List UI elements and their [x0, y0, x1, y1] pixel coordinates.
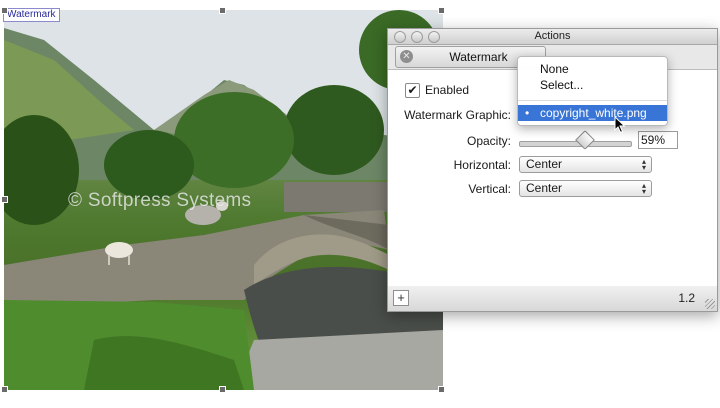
- add-action-button[interactable]: +: [393, 290, 409, 306]
- chevron-updown-icon: ▴ ▾: [641, 157, 646, 172]
- vertical-label: Vertical:: [468, 182, 511, 196]
- resize-handle-top[interactable]: [219, 7, 226, 14]
- resize-grip-icon[interactable]: [705, 299, 715, 309]
- vertical-select[interactable]: Center ▴ ▾: [519, 180, 652, 197]
- chevron-updown-icon: ▴ ▾: [641, 181, 646, 196]
- watermark-graphic-menu: None Select... • copyright_white.png: [517, 56, 668, 126]
- menu-item-copyright-white[interactable]: • copyright_white.png: [518, 105, 667, 121]
- bullet-icon: •: [525, 106, 530, 120]
- menu-item-none[interactable]: None: [518, 61, 667, 77]
- enabled-checkbox[interactable]: ✔: [405, 83, 420, 98]
- photo-image[interactable]: © Softpress Systems: [4, 10, 443, 390]
- horizontal-select[interactable]: Center ▴ ▾: [519, 156, 652, 173]
- opacity-slider-track[interactable]: [519, 141, 632, 147]
- window-title: Actions: [534, 30, 571, 42]
- resize-handle-left[interactable]: [1, 196, 8, 203]
- resize-handle-bottom-right[interactable]: [438, 386, 445, 393]
- menu-item-copyright-white-label: copyright_white.png: [540, 106, 647, 120]
- menu-separator: [518, 100, 667, 101]
- menu-item-select[interactable]: Select...: [518, 77, 667, 93]
- version-label: 1.2: [678, 291, 695, 305]
- horizontal-select-value: Center: [526, 157, 563, 171]
- vertical-select-value: Center: [526, 181, 563, 195]
- resize-handle-top-left[interactable]: [1, 7, 8, 14]
- window-footer: + 1.2: [388, 286, 717, 311]
- watermark-graphic-label: Watermark Graphic:: [404, 108, 511, 122]
- resize-handle-bottom[interactable]: [219, 386, 226, 393]
- mouse-pointer-icon: [614, 116, 626, 134]
- opacity-label: Opacity:: [466, 134, 511, 148]
- close-icon[interactable]: ✕: [400, 50, 413, 63]
- watermark-overlay-text: © Softpress Systems: [68, 190, 252, 211]
- watermark-item-tag[interactable]: Watermark: [3, 8, 60, 22]
- enabled-label: Enabled: [425, 83, 470, 97]
- horizontal-label: Horizontal:: [453, 158, 511, 172]
- opacity-value-field[interactable]: 59%: [638, 131, 678, 149]
- window-titlebar[interactable]: Actions: [388, 29, 717, 45]
- resize-handle-top-right[interactable]: [438, 7, 445, 14]
- resize-handle-bottom-left[interactable]: [1, 386, 8, 393]
